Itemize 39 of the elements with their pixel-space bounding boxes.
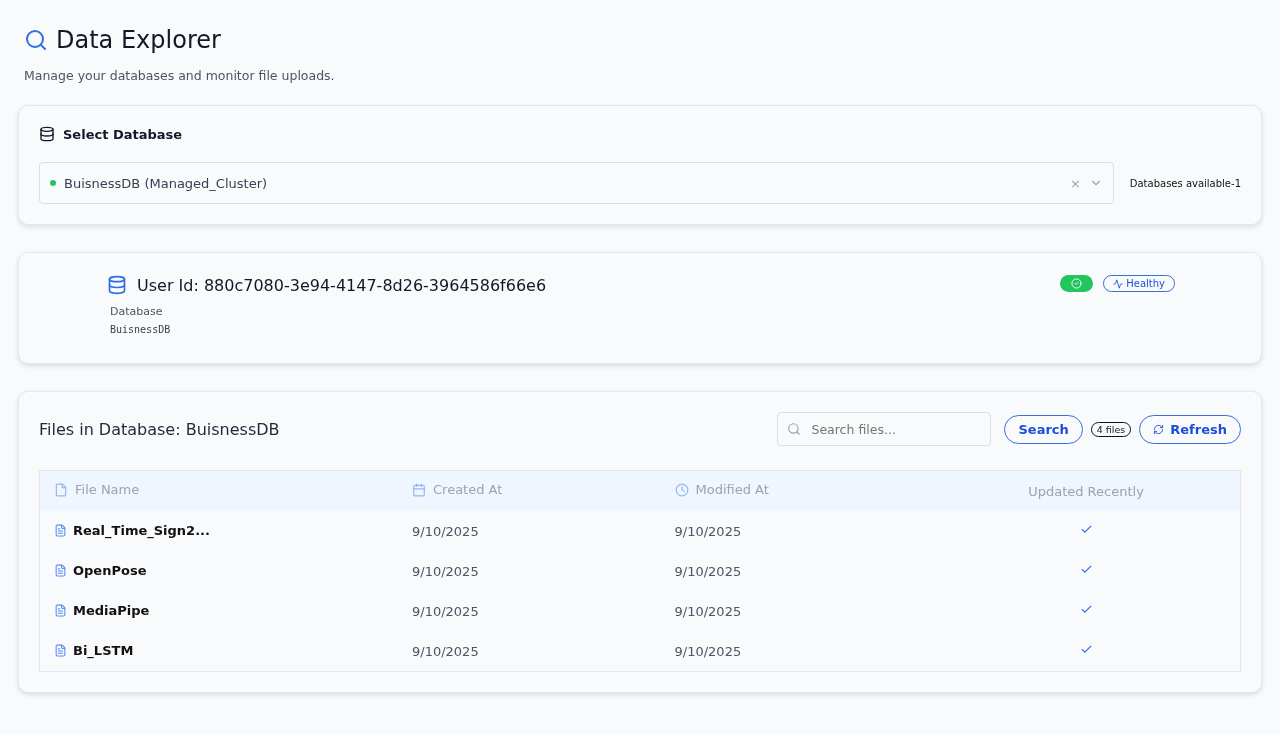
file-name-cell: Real_Time_Sign2... bbox=[39, 511, 398, 551]
file-icon bbox=[54, 603, 67, 617]
database-icon bbox=[107, 275, 127, 295]
created-cell-text: 9/10/2025 bbox=[411, 562, 480, 581]
page-subtitle: Manage your databases and monitor file uploads. bbox=[24, 68, 336, 83]
created-cell: 9/10/2025 bbox=[398, 511, 661, 551]
file-name-cell: OpenPose bbox=[39, 551, 398, 591]
file-icon bbox=[54, 563, 67, 577]
database-select[interactable]: BuisnessDB (Managed_Cluster) × bbox=[39, 162, 1114, 204]
user-id: User Id: 880c7080-3e94-4147-8d26-3964586f66e6 bbox=[137, 275, 547, 295]
modified-cell-text: 9/10/2025 bbox=[673, 602, 743, 621]
file-icon bbox=[54, 643, 67, 657]
column-header: Modified At bbox=[660, 470, 932, 511]
database-name: BuisnessDB bbox=[110, 324, 172, 335]
file-icon bbox=[54, 523, 67, 537]
calendar-icon bbox=[412, 482, 426, 497]
file-name-cell: Bi_LSTM bbox=[39, 631, 398, 672]
card-title: Select Database bbox=[63, 126, 183, 142]
refresh-icon bbox=[1153, 423, 1165, 435]
modified-cell-text: 9/10/2025 bbox=[673, 562, 743, 581]
file-icon bbox=[54, 482, 68, 497]
check-circle-icon bbox=[1071, 278, 1083, 289]
created-cell: 9/10/2025 bbox=[398, 631, 661, 672]
files-title: Files in Database: BuisnessDB bbox=[39, 419, 281, 439]
clock-icon bbox=[674, 482, 689, 497]
column-header: Created At bbox=[398, 470, 661, 511]
column-header: File Name bbox=[39, 470, 398, 511]
modified-cell: 9/10/2025 bbox=[660, 511, 932, 551]
search-icon bbox=[787, 422, 802, 436]
search-field[interactable]: Search files... bbox=[777, 412, 992, 446]
created-cell-text: 9/10/2025 bbox=[411, 602, 480, 621]
database-label: Database bbox=[110, 305, 164, 318]
column-header: Updated Recently bbox=[932, 470, 1241, 511]
modified-cell: 9/10/2025 bbox=[660, 631, 932, 672]
file-name-cell: MediaPipe bbox=[39, 591, 398, 631]
pulse-icon bbox=[1113, 278, 1124, 289]
page-title: Data Explorer bbox=[56, 26, 221, 54]
database-icon bbox=[39, 126, 55, 142]
databases-available-text: Databases available-1 bbox=[1129, 177, 1241, 189]
